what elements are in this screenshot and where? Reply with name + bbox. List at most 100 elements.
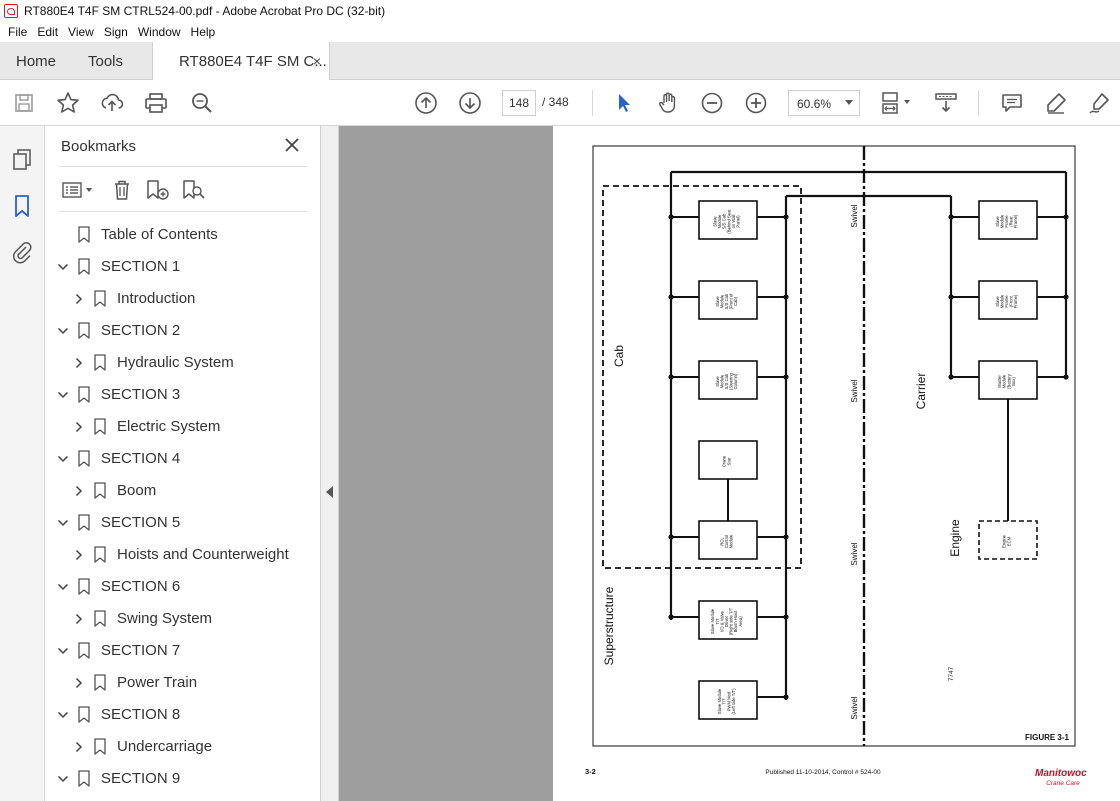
module-label: Column) xyxy=(733,373,738,389)
print-icon[interactable] xyxy=(144,91,168,115)
bookmark-item[interactable]: Power Train xyxy=(45,666,320,698)
bookmark-item[interactable]: SECTION 2 xyxy=(45,314,320,346)
chevron-right-icon[interactable] xyxy=(73,740,85,753)
chevron-down-icon[interactable] xyxy=(57,580,69,592)
delete-bookmark-icon[interactable] xyxy=(111,178,133,202)
page-thumbnails-icon[interactable] xyxy=(10,148,34,172)
bookmark-item[interactable]: Swing System xyxy=(45,602,320,634)
bookmark-item[interactable]: SECTION 9 xyxy=(45,762,320,794)
bookmark-label: Boom xyxy=(117,481,157,499)
chevron-right-icon[interactable] xyxy=(73,676,85,689)
bookmarks-panel: Bookmarks Table of Contents SECTION 1 Intr… xyxy=(45,126,321,801)
figure-label: FIGURE 3-1 xyxy=(1025,733,1070,742)
chevron-right-icon[interactable] xyxy=(73,484,85,497)
menu-file[interactable]: File xyxy=(8,25,27,39)
bookmark-item[interactable]: SECTION 3 xyxy=(45,378,320,410)
page-up-icon[interactable] xyxy=(414,91,438,115)
navigation-rail xyxy=(0,126,45,801)
page-down-icon[interactable] xyxy=(458,91,482,115)
zoom-in-icon[interactable] xyxy=(744,91,768,115)
menu-sign[interactable]: Sign xyxy=(104,25,128,39)
bookmark-search-icon[interactable] xyxy=(181,178,207,202)
cab-label: Cab xyxy=(612,345,626,367)
bookmark-item[interactable]: SECTION 8 xyxy=(45,698,320,730)
chevron-down-icon[interactable] xyxy=(57,260,69,272)
chevron-down-icon[interactable] xyxy=(57,516,69,528)
collapse-arrow-icon[interactable] xyxy=(326,486,333,498)
chevron-down-icon[interactable] xyxy=(57,772,69,784)
comment-icon[interactable] xyxy=(1000,91,1024,115)
page-number-input[interactable] xyxy=(502,90,536,116)
chevron-down-icon[interactable] xyxy=(57,324,69,336)
chevron-down-icon[interactable] xyxy=(57,708,69,720)
bookmark-icon xyxy=(78,642,90,659)
hand-icon[interactable] xyxy=(656,91,680,115)
save-icon[interactable] xyxy=(12,91,36,115)
menu-window[interactable]: Window xyxy=(138,25,181,39)
bookmark-item[interactable]: Undercarriage xyxy=(45,730,320,762)
tab-document[interactable]: RT880E4 T4F SM C... × xyxy=(152,42,330,80)
tab-tools[interactable]: Tools xyxy=(88,42,123,80)
chevron-right-icon[interactable] xyxy=(73,420,85,433)
chevron-down-icon[interactable] xyxy=(57,388,69,400)
bookmark-label: SECTION 6 xyxy=(101,577,181,595)
chevron-right-icon[interactable] xyxy=(73,292,85,305)
drawing-number: 7747 xyxy=(948,666,955,681)
acrobat-logo-icon xyxy=(4,4,18,18)
chevron-right-icon[interactable] xyxy=(73,548,85,561)
tab-close-icon[interactable]: × xyxy=(313,53,321,69)
menu-edit[interactable]: Edit xyxy=(37,25,58,39)
upload-icon[interactable] xyxy=(100,91,124,115)
search-icon[interactable] xyxy=(190,91,214,115)
fit-page-icon[interactable] xyxy=(880,91,914,115)
bookmark-item[interactable]: SECTION 5 xyxy=(45,506,320,538)
bookmark-icon xyxy=(94,290,106,307)
bookmarks-panel-icon[interactable] xyxy=(10,194,34,218)
bookmark-item[interactable]: Electric System xyxy=(45,410,320,442)
panel-collapse-strip[interactable] xyxy=(321,126,339,801)
highlight-icon[interactable] xyxy=(1044,91,1068,115)
junction-dot xyxy=(783,294,789,300)
bookmark-item[interactable]: SECTION 4 xyxy=(45,442,320,474)
bookmark-label: Introduction xyxy=(117,289,196,307)
menu-help[interactable]: Help xyxy=(191,25,216,39)
chevron-right-icon[interactable] xyxy=(73,356,85,369)
bookmark-item[interactable]: Hydraulic System xyxy=(45,346,320,378)
new-bookmark-icon[interactable] xyxy=(145,178,171,202)
bookmark-item[interactable]: Hoists and Counterweight xyxy=(45,538,320,570)
window-title: RT880E4 T4F SM CTRL524-00.pdf - Adobe Ac… xyxy=(24,4,386,18)
tab-home[interactable]: Home xyxy=(16,42,56,80)
bookmark-label: Electric System xyxy=(117,417,221,435)
select-arrow-icon[interactable] xyxy=(612,91,636,115)
swivel-label: Swivel xyxy=(850,542,859,565)
sign-icon[interactable] xyxy=(1088,91,1112,115)
bookmark-list: Table of Contents SECTION 1 Introduction SE… xyxy=(45,218,320,794)
attachments-icon[interactable] xyxy=(10,240,34,264)
bookmark-label: SECTION 3 xyxy=(101,385,181,403)
bookmark-icon xyxy=(94,546,106,563)
junction-dot xyxy=(668,374,674,380)
bookmark-item[interactable]: Table of Contents xyxy=(45,218,320,250)
toolbar-divider xyxy=(592,90,593,116)
bookmark-item[interactable]: Introduction xyxy=(45,282,320,314)
scroll-mode-icon[interactable] xyxy=(934,91,958,115)
close-icon[interactable] xyxy=(283,136,301,154)
junction-dot xyxy=(668,294,674,300)
bookmark-item[interactable]: SECTION 6 xyxy=(45,570,320,602)
menu-view[interactable]: View xyxy=(68,25,94,39)
bookmark-item[interactable]: Boom xyxy=(45,474,320,506)
zoom-out-icon[interactable] xyxy=(700,91,724,115)
chevron-down-icon[interactable] xyxy=(57,644,69,656)
chevron-down-icon[interactable] xyxy=(57,452,69,464)
document-view[interactable]: Swivel Swivel Swivel Swivel Cab Superstructur… xyxy=(339,126,1120,801)
star-icon[interactable] xyxy=(56,91,80,115)
chevron-right-icon[interactable] xyxy=(73,612,85,625)
bookmark-icon xyxy=(94,738,106,755)
zoom-dropdown[interactable]: 60.6% xyxy=(788,90,860,116)
module-label: Area) xyxy=(738,616,743,627)
bookmark-item[interactable]: SECTION 1 xyxy=(45,250,320,282)
bookmark-item[interactable]: SECTION 7 xyxy=(45,634,320,666)
bookmark-options-button[interactable] xyxy=(61,178,97,202)
swivel-label: Swivel xyxy=(850,379,859,402)
system-diagram: Swivel Swivel Swivel Swivel Cab Superstructur… xyxy=(585,145,1087,787)
